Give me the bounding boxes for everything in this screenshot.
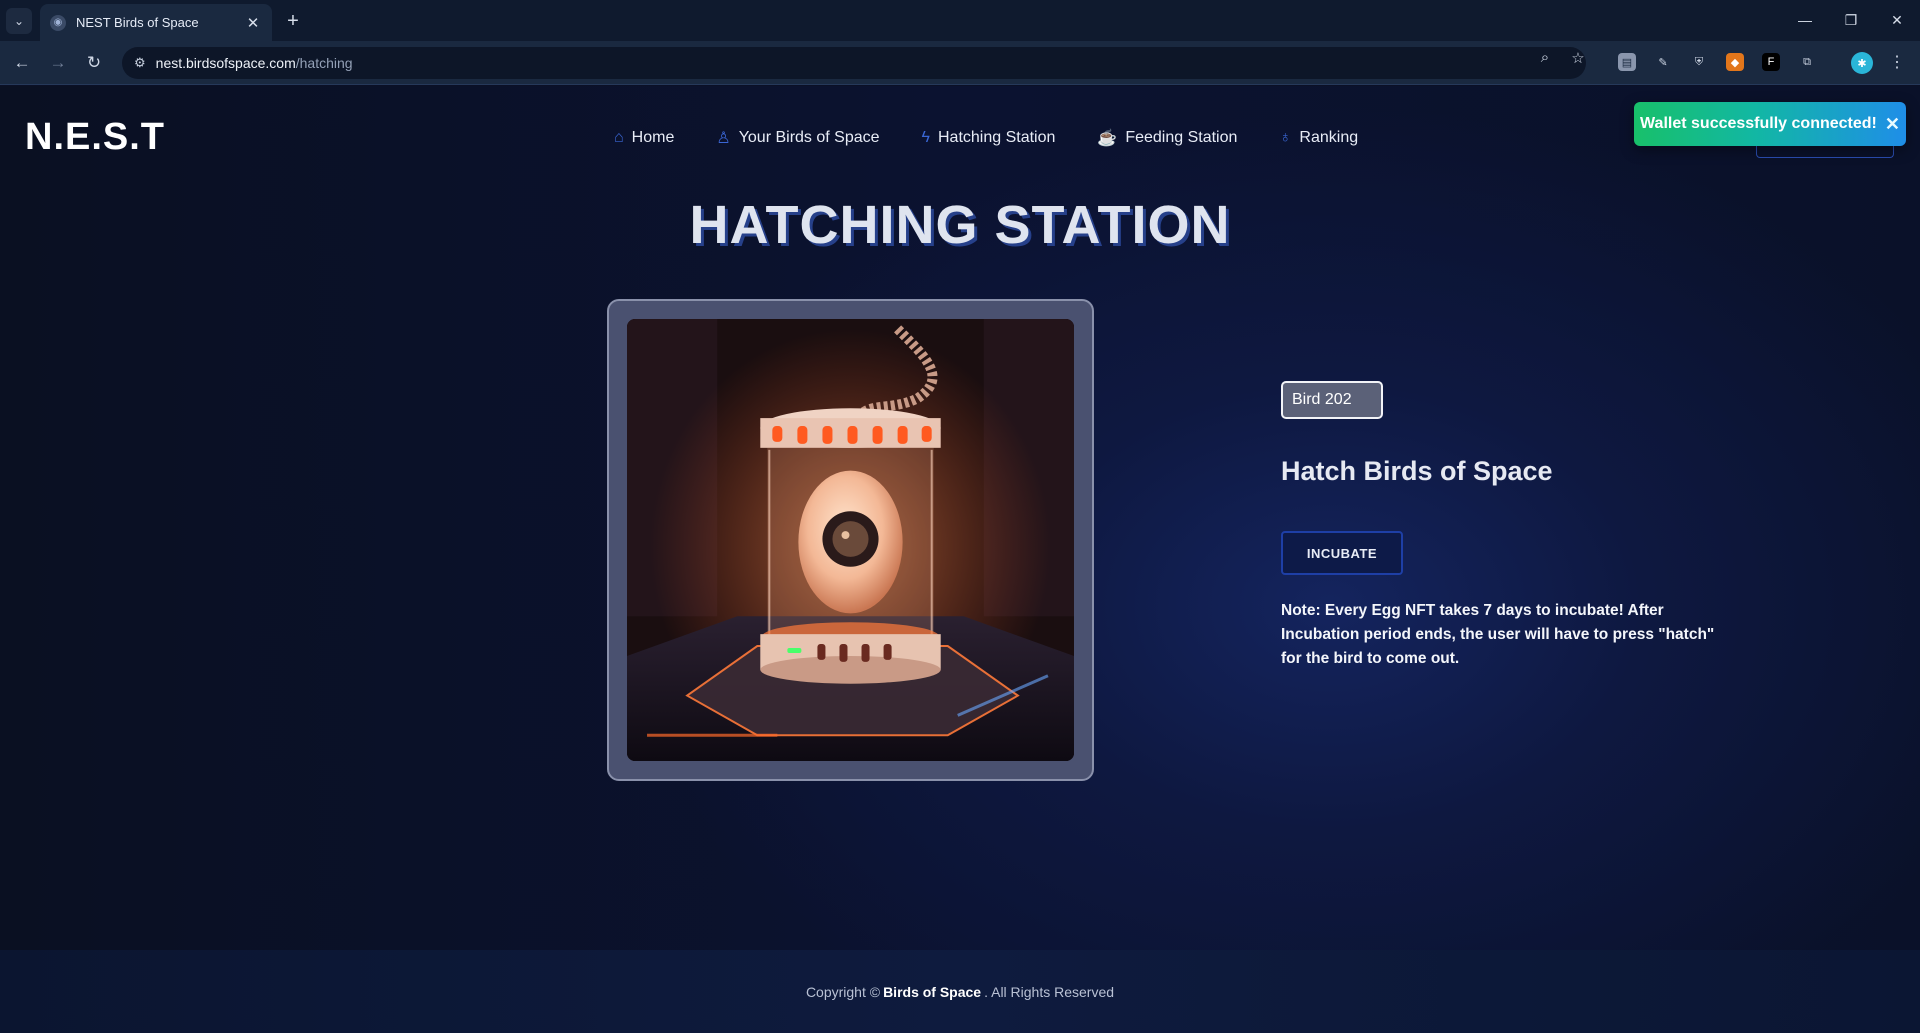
wallet-toast: Wallet successfully connected! ✕: [1634, 102, 1906, 146]
nav-home[interactable]: ⌂ Home: [614, 128, 674, 148]
nav-your-birds[interactable]: ♙ Your Birds of Space: [716, 128, 879, 148]
browser-menu-icon[interactable]: ⋮: [1888, 53, 1906, 71]
page-content: N.E.S.T ⌂ Home ♙ Your Birds of Space ϟ H…: [0, 86, 1920, 1033]
hatch-panel: Bird 202 Hatch Birds of Space INCUBATE N…: [1281, 381, 1741, 671]
nav-ranking[interactable]: ♁ Ranking: [1279, 128, 1358, 148]
site-logo[interactable]: N.E.S.T: [25, 116, 165, 159]
toast-close-icon[interactable]: ✕: [1885, 114, 1900, 135]
browser-tab[interactable]: ◉ NEST Birds of Space ✕: [40, 4, 272, 41]
metamask-fox-icon[interactable]: ◆: [1726, 53, 1744, 71]
medal-icon: ♁: [1279, 129, 1292, 146]
tab-title: NEST Birds of Space: [76, 15, 199, 30]
back-arrow-icon[interactable]: ←: [9, 50, 35, 76]
nav-feeding-station[interactable]: ☕ Feeding Station: [1097, 128, 1237, 148]
extension-f-icon[interactable]: F: [1762, 53, 1780, 71]
reload-icon[interactable]: ↻: [81, 50, 107, 76]
copyright-brand: Birds of Space: [883, 983, 982, 1000]
nav-label: Feeding Station: [1125, 129, 1238, 146]
bird-select[interactable]: Bird 202: [1281, 381, 1383, 419]
browser-tabbar: ⌄ ◉ NEST Birds of Space ✕ + — ❐ ✕: [0, 0, 1920, 41]
copyright-suffix: . All Rights Reserved: [984, 983, 1115, 1000]
tab-search-chevron-icon[interactable]: ⌄: [6, 8, 32, 34]
restore-button[interactable]: ❐: [1828, 6, 1874, 34]
extension-shield-icon[interactable]: ⛨: [1690, 53, 1708, 71]
profile-avatar-icon[interactable]: ✱: [1851, 52, 1873, 74]
nav-label: Your Birds of Space: [738, 129, 880, 146]
nav-label: Ranking: [1299, 129, 1359, 146]
copyright-prefix: Copyright ©: [805, 983, 881, 1000]
new-tab-button[interactable]: +: [280, 8, 306, 34]
footer: Copyright © Birds of Space . All Rights …: [0, 950, 1920, 1033]
incubate-button[interactable]: INCUBATE: [1281, 531, 1403, 575]
cup-icon: ☕: [1097, 130, 1118, 147]
browser-toolbar: ← → ↻ ⚙ nest.birdsofspace.com/hatching ⌕…: [0, 41, 1920, 85]
minimize-button[interactable]: —: [1782, 6, 1828, 34]
incubator-egg-image: [627, 319, 1074, 761]
page-title: HATCHING STATION: [689, 195, 1231, 255]
nav-label: Hatching Station: [938, 129, 1056, 146]
user-icon: ♙: [716, 130, 731, 147]
nav-label: Home: [631, 129, 675, 146]
extensions-puzzle-icon[interactable]: ⧉: [1798, 53, 1816, 71]
nav-hatching-station[interactable]: ϟ Hatching Station: [922, 128, 1056, 148]
window-close-button[interactable]: ✕: [1874, 6, 1920, 34]
url-host: nest.birdsofspace.com: [155, 55, 296, 71]
extension-save-icon[interactable]: ▤: [1618, 53, 1636, 71]
bolt-icon: ϟ: [921, 129, 930, 146]
tab-close-icon[interactable]: ✕: [244, 14, 262, 32]
zoom-icon[interactable]: ⌕: [1534, 49, 1556, 66]
hatch-title: Hatch Birds of Space: [1281, 456, 1553, 486]
site-favicon-icon: ◉: [50, 14, 66, 31]
toast-message: Wallet successfully connected!: [1640, 115, 1877, 132]
home-icon: ⌂: [614, 129, 624, 146]
egg-image-frame: [607, 299, 1094, 781]
site-settings-icon[interactable]: ⚙: [134, 55, 146, 71]
bookmark-star-icon[interactable]: ☆: [1567, 49, 1589, 67]
forward-arrow-icon[interactable]: →: [45, 50, 71, 76]
incubation-note: Note: Every Egg NFT takes 7 days to incu…: [1281, 602, 1715, 667]
url-path: /hatching: [295, 55, 353, 71]
main-nav: ⌂ Home ♙ Your Birds of Space ϟ Hatching …: [614, 128, 1400, 148]
extension-pen-icon[interactable]: ✎: [1654, 53, 1672, 71]
address-bar[interactable]: ⚙ nest.birdsofspace.com/hatching: [122, 47, 1586, 79]
